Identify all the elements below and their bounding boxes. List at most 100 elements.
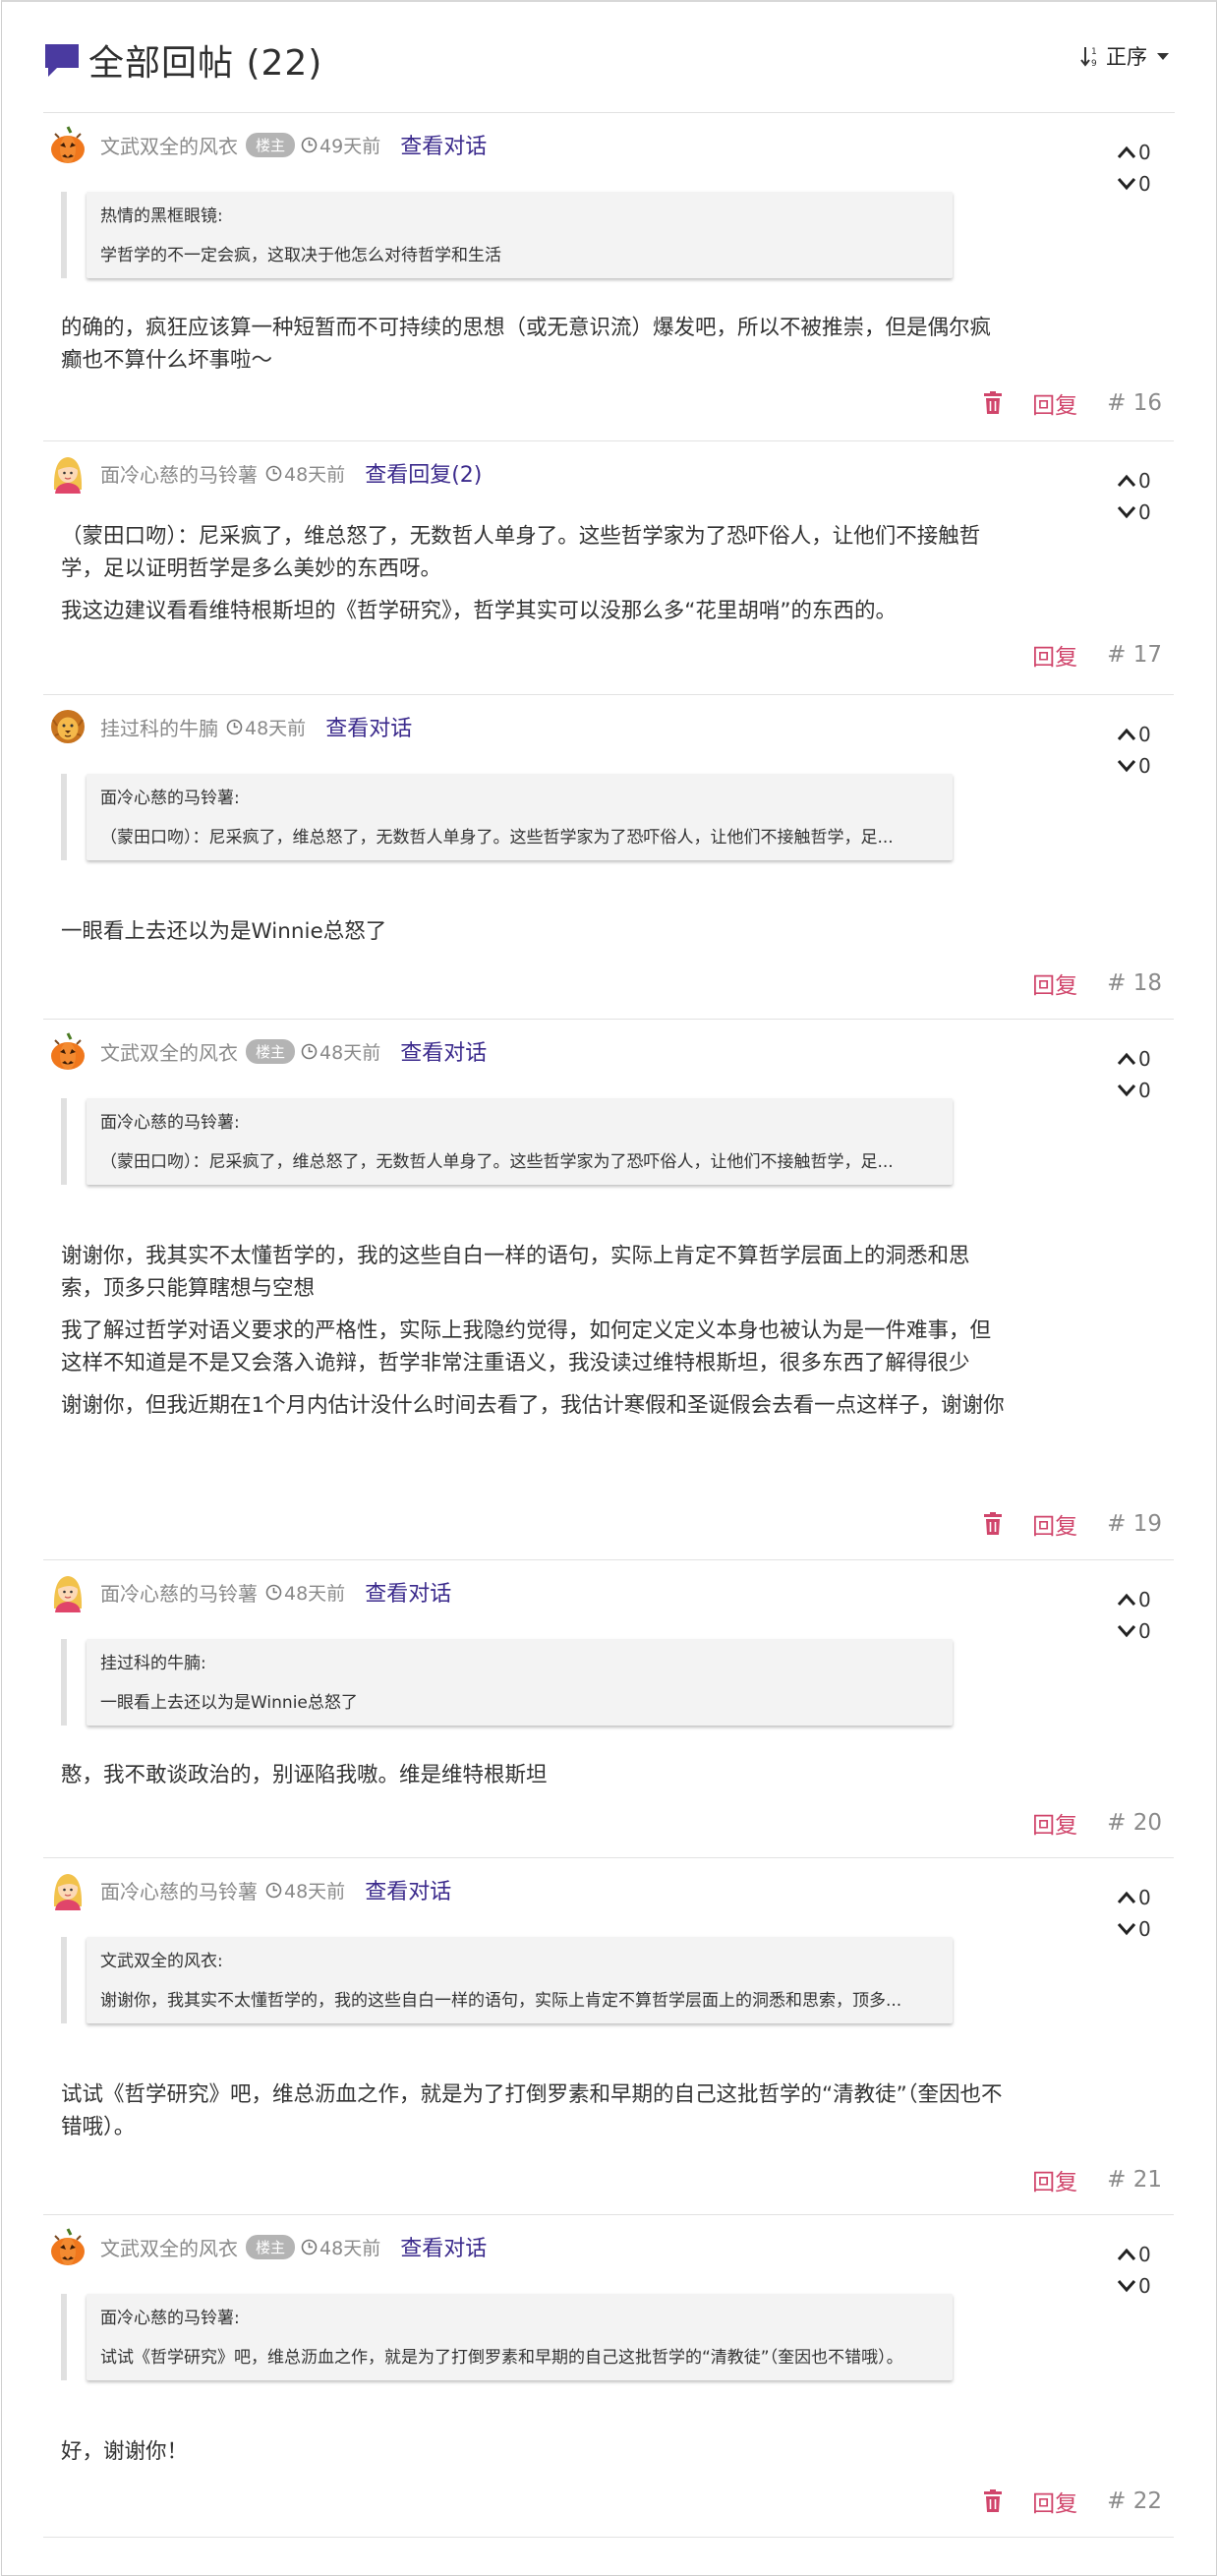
trash-icon[interactable]: [983, 1512, 1003, 1536]
username[interactable]: 文武双全的风衣: [100, 1037, 238, 1066]
clock-icon: [265, 1584, 282, 1600]
post-body: 试试《哲学研究》吧，维总沥血之作，就是为了打倒罗素和早期的自己这批哲学的“清教徒…: [61, 2078, 1005, 2153]
clock-icon: [265, 1882, 282, 1898]
chevron-down-icon: [1117, 2280, 1136, 2293]
trash-icon[interactable]: [983, 391, 1003, 415]
view-conversation-link[interactable]: 查看对话: [400, 2231, 487, 2262]
pumpkin-avatar[interactable]: [49, 124, 87, 165]
upvote-button[interactable]: 0: [1117, 465, 1156, 497]
floor-number: # 18: [1107, 970, 1162, 996]
reply-button[interactable]: 回复: [1032, 966, 1077, 1000]
vote-box: 0 0: [1117, 137, 1156, 200]
upvote-count: 0: [1138, 1588, 1151, 1611]
post-time-text: 48天前: [245, 717, 307, 739]
view-conversation-link[interactable]: 查看回复(2): [365, 457, 482, 489]
upvote-count: 0: [1138, 1047, 1151, 1071]
post-paragraph: 谢谢你，但我近期在1个月内估计没什么时间去看了，我估计寒假和圣诞假会去看一点这样…: [61, 1393, 1005, 1418]
view-conversation-link[interactable]: 查看对话: [365, 1874, 451, 1905]
reply-button[interactable]: 回复: [1032, 638, 1077, 672]
reply-button[interactable]: 回复: [1032, 1806, 1077, 1840]
chevron-up-icon: [1117, 2248, 1136, 2260]
pumpkin-avatar[interactable]: [49, 1030, 87, 1072]
downvote-button[interactable]: 0: [1117, 750, 1156, 782]
downvote-button[interactable]: 0: [1117, 1615, 1156, 1647]
username[interactable]: 面冷心慈的马铃薯: [100, 459, 258, 488]
upvote-button[interactable]: 0: [1117, 2239, 1156, 2270]
comments-title: 全部回帖 (22): [88, 43, 323, 84]
quote-text: 谢谢你，我其实不太懂哲学的，我的这些自白一样的语句，实际上肯定不算哲学层面上的洞…: [100, 1991, 902, 2011]
post-paragraph: 我这边建议看看维特根斯坦的《哲学研究》，哲学其实可以没那么多“花里胡哨”的东西的…: [61, 599, 898, 623]
post-time-text: 48天前: [284, 463, 346, 486]
upvote-button[interactable]: 0: [1117, 1584, 1156, 1615]
post-body: 谢谢你，我其实不太懂哲学的，我的这些自白一样的语句，实际上肯定不算哲学层面上的洞…: [61, 1240, 1005, 1432]
op-badge: 楼主: [246, 132, 296, 157]
username[interactable]: 文武双全的风衣: [100, 2233, 238, 2261]
view-conversation-link[interactable]: 查看对话: [365, 1576, 451, 1608]
post-meta: 面冷心慈的马铃薯 48天前 查看对话: [49, 1869, 451, 1910]
downvote-button[interactable]: 0: [1117, 2270, 1156, 2302]
quote-author: 热情的黑框眼镜:: [100, 206, 223, 226]
post-time: 49天前: [301, 132, 380, 158]
username[interactable]: 面冷心慈的马铃薯: [100, 1876, 258, 1904]
post-footer: 回复 # 16: [983, 386, 1162, 420]
floor-number: # 17: [1107, 642, 1162, 668]
upvote-button[interactable]: 0: [1117, 1043, 1156, 1075]
post-paragraph: 的确的，疯狂应该算一种短暂而不可持续的思想（或无意识流）爆发吧，所以不被推崇，但…: [61, 316, 992, 373]
sort-dropdown[interactable]: 1 9 正序: [1080, 41, 1169, 71]
view-conversation-link[interactable]: 查看对话: [400, 1035, 487, 1067]
quoted-reply: 面冷心慈的马铃薯: （蒙田口吻）：尼采疯了，维总怒了，无数哲人单身了。这些哲学家…: [61, 774, 953, 860]
upvote-button[interactable]: 0: [1117, 719, 1156, 750]
sort-ascending-icon: 1 9: [1080, 47, 1097, 68]
quoted-reply: 挂过科的牛腩: 一眼看上去还以为是Winnie总怒了: [61, 1639, 953, 1726]
chevron-down-icon: [1117, 506, 1136, 519]
post: 挂过科的牛腩 48天前 查看对话 0 0 面冷心慈的马铃薯: （蒙田口吻）：尼采…: [43, 695, 1174, 1020]
username[interactable]: 挂过科的牛腩: [100, 713, 218, 741]
upvote-button[interactable]: 0: [1117, 137, 1156, 168]
op-badge: 楼主: [246, 2234, 296, 2259]
vote-box: 0 0: [1117, 1043, 1156, 1106]
quote-text: 试试《哲学研究》吧，维总沥血之作，就是为了打倒罗素和早期的自己这批哲学的“清教徒…: [100, 2348, 903, 2368]
girl-avatar[interactable]: [49, 1869, 87, 1910]
reply-button[interactable]: 回复: [1032, 1507, 1077, 1541]
vote-box: 0 0: [1117, 1584, 1156, 1647]
view-conversation-link[interactable]: 查看对话: [400, 129, 487, 160]
reply-button[interactable]: 回复: [1032, 2163, 1077, 2196]
upvote-button[interactable]: 0: [1117, 1882, 1156, 1913]
post-meta: 文武双全的风衣 楼主 48天前 查看对话: [49, 1031, 487, 1071]
downvote-count: 0: [1138, 1619, 1151, 1643]
post-paragraph: 好，谢谢你！: [61, 2439, 189, 2464]
post-time-text: 48天前: [319, 2237, 381, 2259]
trash-icon[interactable]: [983, 2489, 1003, 2513]
comments-header: 全部回帖 (22): [43, 35, 322, 85]
clock-icon: [301, 137, 318, 152]
downvote-button[interactable]: 0: [1117, 1075, 1156, 1106]
downvote-button[interactable]: 0: [1117, 1913, 1156, 1945]
lion-avatar[interactable]: [49, 706, 87, 747]
post-footer: 回复 # 21: [1032, 2163, 1162, 2196]
chevron-up-icon: [1117, 1593, 1136, 1606]
girl-avatar[interactable]: [49, 1571, 87, 1612]
post-body: 的确的，疯狂应该算一种短暂而不可持续的思想（或无意识流）爆发吧，所以不被推崇，但…: [61, 312, 1005, 386]
girl-avatar[interactable]: [49, 452, 87, 494]
reply-button[interactable]: 回复: [1032, 2485, 1077, 2518]
quoted-reply: 面冷心慈的马铃薯: 试试《哲学研究》吧，维总沥血之作，就是为了打倒罗素和早期的自…: [61, 2294, 953, 2380]
vote-box: 0 0: [1117, 465, 1156, 528]
chevron-down-icon: [1117, 1625, 1136, 1638]
downvote-button[interactable]: 0: [1117, 168, 1156, 200]
upvote-count: 0: [1138, 141, 1151, 164]
post-time-text: 48天前: [284, 1880, 346, 1903]
username[interactable]: 面冷心慈的马铃薯: [100, 1578, 258, 1607]
post-body: 一眼看上去还以为是Winnie总怒了: [61, 915, 1005, 958]
quote-text: 学哲学的不一定会疯，这取决于他怎么对待哲学和生活: [100, 246, 501, 265]
chevron-down-icon: [1117, 760, 1136, 773]
reply-button[interactable]: 回复: [1032, 386, 1077, 420]
post-meta: 文武双全的风衣 楼主 49天前 查看对话: [49, 125, 487, 164]
pumpkin-avatar[interactable]: [49, 2226, 87, 2267]
username[interactable]: 文武双全的风衣: [100, 131, 238, 159]
post-time: 48天前: [265, 460, 345, 487]
view-conversation-link[interactable]: 查看对话: [325, 711, 412, 742]
post-time-text: 48天前: [284, 1582, 346, 1605]
downvote-button[interactable]: 0: [1117, 497, 1156, 528]
post-body: （蒙田口吻）：尼采疯了，维总怒了，无数哲人单身了。这些哲学家为了恐吓俗人，让他们…: [61, 520, 1005, 637]
downvote-count: 0: [1138, 754, 1151, 778]
